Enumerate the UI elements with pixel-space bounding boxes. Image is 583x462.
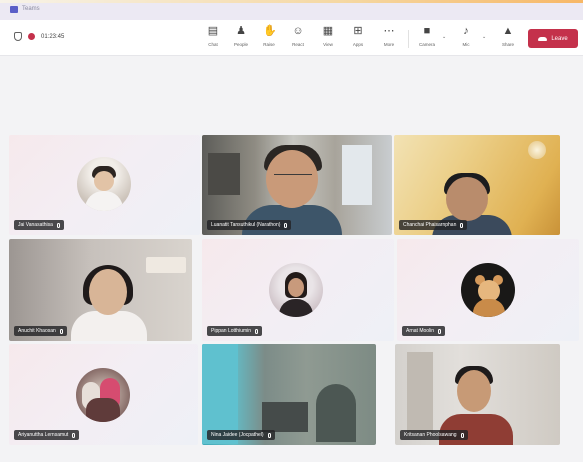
participant-nameplate: Jai Vanasathisa [14, 220, 64, 230]
mic-icon [460, 432, 464, 438]
participant-tile[interactable]: Kritsanan Phoolsawang [395, 344, 560, 445]
meeting-window: Teams 01:23:45 ▤ Chat ♟ People ✋ Raise ☺… [0, 0, 583, 462]
more-label: More [383, 42, 395, 47]
recording-icon [28, 33, 35, 40]
meeting-timer: 01:23:45 [41, 33, 65, 40]
mic-icon [267, 432, 271, 438]
share-button[interactable]: ▲ Share [495, 25, 521, 53]
more-button[interactable]: ⋯ More [376, 25, 402, 53]
react-label: React [292, 42, 304, 47]
participant-name: Anuchit Khaosan [18, 328, 56, 334]
participant-nameplate: Luanatit Tansuthikul (Narathon) [207, 220, 292, 230]
raise-label: Raise [263, 42, 275, 47]
mic-icon [59, 328, 63, 334]
camera-label: Camera [418, 42, 435, 47]
apps-icon: ⊞ [353, 25, 363, 37]
react-button[interactable]: ☺ React [285, 25, 311, 53]
raise-hand-button[interactable]: ✋ Raise [256, 25, 282, 53]
view-button[interactable]: ▦ View [315, 25, 341, 53]
people-icon: ♟ [236, 25, 246, 37]
chat-icon: ▤ [207, 25, 219, 37]
mic-label: Mic [462, 42, 470, 47]
leave-button[interactable]: Leave [528, 29, 578, 48]
participant-tile[interactable]: Chanchai Phaisarnphan [394, 135, 560, 235]
participant-tile[interactable]: Pippan Lotthiumin [202, 239, 394, 341]
participant-nameplate: Kritsanan Phoolsawang [400, 430, 468, 440]
video-stage: Jai Vanasathisa Luanatit Tansuthikul (Na… [0, 57, 583, 462]
participant-tile[interactable]: Jai Vanasathisa [9, 135, 200, 235]
window-title: Teams [22, 6, 40, 12]
mic-button[interactable]: ♪ Mic [453, 25, 479, 53]
share-icon: ▲ [502, 25, 514, 37]
participant-name: Nina Jaidee (Jocpathel) [211, 432, 264, 438]
mic-options-chevron-icon[interactable]: ⌄ [482, 34, 486, 40]
people-button[interactable]: ♟ People [228, 25, 254, 53]
mic-icon [56, 222, 60, 228]
mic-icon: ♪ [463, 25, 469, 37]
mic-icon [284, 222, 288, 228]
raise-hand-icon: ✋ [263, 25, 277, 37]
notification-strip [0, 0, 583, 3]
participant-tile[interactable]: Arnat Moolin [397, 239, 579, 341]
react-icon: ☺ [292, 25, 304, 37]
avatar [269, 263, 323, 317]
participant-nameplate: Pippan Lotthiumin [207, 326, 263, 336]
participant-name: Arnat Moolin [406, 328, 435, 334]
apps-button[interactable]: ⊞ Apps [345, 25, 371, 53]
shield-icon[interactable] [14, 32, 22, 41]
avatar [461, 263, 515, 317]
participant-nameplate: Nina Jaidee (Jocpathel) [207, 430, 275, 440]
participant-tile[interactable]: Luanatit Tansuthikul (Narathon) [202, 135, 392, 235]
apps-label: Apps [352, 42, 364, 47]
people-label: People [233, 42, 248, 47]
mic-icon [72, 432, 76, 438]
participant-nameplate: Arnat Moolin [402, 326, 446, 336]
participant-tile[interactable]: Nina Jaidee (Jocpathel) [202, 344, 376, 445]
meeting-info: 01:23:45 [14, 32, 64, 41]
participant-name: Chanchai Phaisarnphan [403, 222, 457, 228]
participant-name: Jai Vanasathisa [18, 222, 53, 228]
mic-icon [438, 328, 442, 334]
mic-icon [460, 222, 464, 228]
share-label: Share [501, 42, 514, 47]
toolbar-divider [408, 30, 409, 48]
chat-label: Chat [208, 42, 218, 47]
leave-label: Leave [551, 35, 568, 42]
mic-icon [255, 328, 259, 334]
view-label: View [323, 42, 333, 47]
chat-button[interactable]: ▤ Chat [200, 25, 226, 53]
participant-name: Ariyanuttha Lernsamut [18, 432, 69, 438]
participant-nameplate: Chanchai Phaisarnphan [399, 220, 468, 230]
more-icon: ⋯ [383, 25, 395, 37]
participant-name: Luanatit Tansuthikul (Narathon) [211, 222, 281, 228]
participant-tile[interactable]: Anuchit Khaosan [9, 239, 192, 341]
meeting-toolbar: 01:23:45 ▤ Chat ♟ People ✋ Raise ☺ React… [0, 20, 583, 56]
avatar [76, 368, 130, 422]
participant-name: Kritsanan Phoolsawang [404, 432, 457, 438]
phone-icon [538, 36, 548, 41]
avatar [77, 157, 131, 211]
app-logo-icon [10, 6, 18, 13]
camera-button[interactable]: ■ Camera [414, 25, 440, 53]
participant-name: Pippan Lotthiumin [211, 328, 252, 334]
camera-options-chevron-icon[interactable]: ⌄ [442, 34, 446, 40]
title-bar: Teams [0, 0, 583, 20]
participant-nameplate: Anuchit Khaosan [14, 326, 67, 336]
view-icon: ▦ [322, 25, 334, 37]
participant-nameplate: Ariyanuttha Lernsamut [14, 430, 80, 440]
participant-tile[interactable]: Ariyanuttha Lernsamut [9, 344, 198, 445]
camera-icon: ■ [423, 25, 431, 37]
